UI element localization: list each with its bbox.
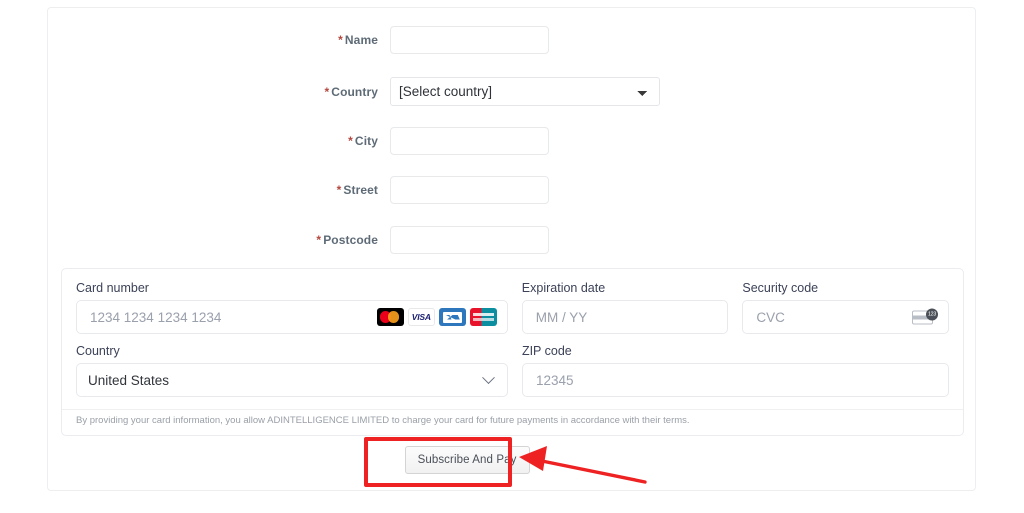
card-number-field[interactable]: VISA [76,300,508,334]
form-row-postcode: * Postcode [289,226,549,254]
expiration-cell: Expiration date [521,281,729,334]
country-select[interactable]: [Select country] [390,77,660,106]
label-street: * Street [289,183,390,197]
label-city-text: City [354,134,378,148]
visa-icon: VISA [407,308,435,326]
form-row-city: * City [289,127,549,155]
expiration-label: Expiration date [521,281,606,295]
security-code-input[interactable] [754,308,937,326]
card-row-top: Card number VISA [76,281,949,334]
label-city: * City [289,134,390,148]
billing-country-value: United States [88,372,170,388]
security-code-cell: Security code 123 [742,281,949,334]
label-street-text: Street [343,183,378,197]
card-number-label: Card number [76,281,149,295]
name-input[interactable] [390,26,549,54]
label-country-text: Country [331,84,378,99]
billing-country-cell: Country United States [76,344,508,397]
label-postcode-text: Postcode [323,233,378,247]
required-asterisk-country: * [324,84,330,99]
zip-field[interactable] [521,363,949,397]
card-brand-icons: VISA [376,308,497,326]
street-input[interactable] [390,176,549,204]
discover-icon [469,308,497,326]
mastercard-icon [376,308,404,326]
card-number-cell: Card number VISA [76,281,508,334]
expiration-input[interactable] [533,308,717,326]
label-country: * Country [289,85,390,99]
city-input[interactable] [390,127,549,155]
billing-country-select[interactable]: United States [76,363,508,397]
label-postcode: * Postcode [289,233,390,247]
amex-icon [438,308,466,326]
cvc-icon-digits: 123 [925,308,938,321]
label-name: * Name [289,33,390,47]
required-asterisk-postcode: * [316,233,322,247]
card-payment-section: Card number VISA [61,268,964,436]
zip-label: ZIP code [521,344,572,358]
subscribe-and-pay-button[interactable]: Subscribe And Pay [404,446,530,474]
zip-cell: ZIP code [521,344,949,397]
form-row-country: * Country [Select country] [289,77,660,106]
label-name-text: Name [344,33,378,47]
form-panel: *Name *Country [Select country] *City [47,7,976,491]
security-code-label: Security code [742,281,819,295]
postcode-input[interactable] [390,226,549,254]
form-row-street: * Street [289,176,549,204]
card-section-divider [62,409,963,410]
chevron-down-icon [482,370,495,384]
expiration-field[interactable] [521,300,729,334]
required-asterisk-name: * [338,33,343,47]
card-disclaimer: By providing your card information, you … [76,415,690,426]
card-row-bottom: Country United States ZIP code [76,344,949,397]
security-code-field[interactable]: 123 [742,300,949,334]
payment-page: *Name *Country [Select country] *City [0,0,1024,513]
required-asterisk-city: * [348,134,353,148]
cvc-card-icon: 123 [911,308,938,326]
required-asterisk-street: * [336,183,342,197]
submit-button-wrapper: Subscribe And Pay [377,446,557,474]
billing-country-label: Country [76,344,120,358]
card-fields-grid: Card number VISA [62,269,963,397]
form-row-name: * Name [289,26,549,54]
zip-input[interactable] [533,371,937,389]
